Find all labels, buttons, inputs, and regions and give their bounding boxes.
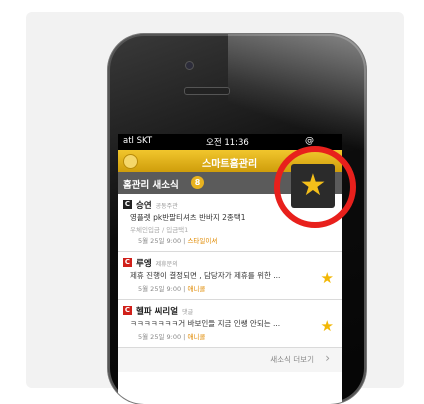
item-name: 승연 공동주관 [136, 199, 178, 211]
highlight-circle [274, 146, 356, 228]
item-meta: 5월 25일 9:00 | 스타일이셔 [138, 237, 218, 245]
battery-icon: @ [305, 136, 314, 146]
list-item[interactable]: C 루엥 제휴문의 제휴 진행이 결정되면 , 담당자가 제휴를 위한 ... 5… [118, 252, 342, 300]
item-tag: 스타일이셔 [187, 237, 218, 245]
item-name: 루엥 제휴문의 [136, 257, 178, 269]
clock: 오전 11:36 [206, 138, 249, 148]
item-tag: 애니콜 [187, 333, 206, 341]
item-name-text: 루엥 [136, 259, 152, 269]
carrier: atl SKT [123, 136, 153, 146]
menu-button[interactable] [123, 154, 138, 169]
speaker [184, 87, 230, 95]
section-title: 홈관리 새소식 [123, 180, 179, 191]
item-text: 영플렛 pk반팔티셔츠 반바지 2종택1 [130, 213, 246, 222]
list-item[interactable]: C 헬파 씨리얼 댓글 ㅋㅋㅋㅋㅋㅋㅋ거 바보인들 지금 인쌩 안되는 ... 5… [118, 300, 342, 348]
item-date: 5월 25일 9:00 [138, 333, 182, 341]
count-badge: 8 [191, 176, 204, 189]
item-name: 헬파 씨리얼 댓글 [136, 305, 193, 317]
more-row[interactable]: 새소식 더보기 › [118, 348, 342, 372]
nav-title: 스마트홈관리 [202, 159, 258, 170]
more-link[interactable]: 새소식 더보기 [270, 354, 314, 365]
item-subtext: 우체인입금 / 입금택1 [130, 226, 189, 234]
item-name-text: 헬파 씨리얼 [136, 307, 179, 317]
logo-icon: C [123, 306, 132, 315]
item-text: 제휴 진행이 결정되면 , 담당자가 제휴를 위한 ... [130, 271, 281, 280]
item-meta: 5월 25일 9:00 | 애니콜 [138, 333, 206, 341]
chevron-right-icon: › [325, 351, 330, 365]
item-category: 제휴문의 [155, 261, 178, 268]
item-date: 5월 25일 9:00 [138, 237, 182, 245]
item-meta: 5월 25일 9:00 | 애니콜 [138, 285, 206, 293]
logo-icon: C [123, 258, 132, 267]
star-icon[interactable]: ★ [321, 269, 334, 287]
logo-icon: C [123, 200, 132, 209]
camera [185, 61, 194, 70]
item-category: 댓글 [182, 309, 194, 316]
item-tag: 애니콜 [187, 285, 206, 293]
item-name-text: 승연 [136, 201, 152, 211]
item-category: 공동주관 [155, 203, 178, 210]
item-text: ㅋㅋㅋㅋㅋㅋㅋ거 바보인들 지금 인쌩 안되는 ... [130, 319, 281, 328]
item-date: 5월 25일 9:00 [138, 285, 182, 293]
star-icon[interactable]: ★ [321, 317, 334, 335]
